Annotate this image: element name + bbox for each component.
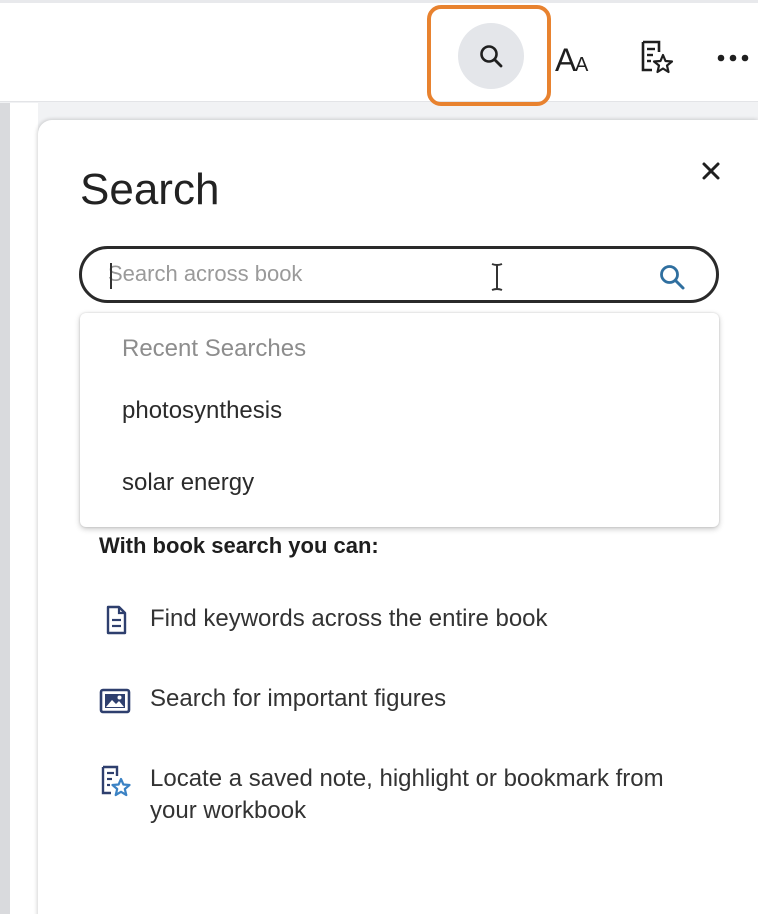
close-button[interactable] bbox=[694, 154, 728, 188]
recent-search-item[interactable]: solar energy bbox=[80, 453, 719, 513]
search-submit-button[interactable] bbox=[655, 260, 689, 294]
toolbar-more-button[interactable] bbox=[700, 25, 758, 91]
text-cursor bbox=[110, 263, 112, 289]
search-icon bbox=[480, 45, 503, 68]
search-panel: Search Recent Searches photosynthesis so… bbox=[38, 120, 758, 914]
document-icon bbox=[106, 605, 127, 635]
reader-toolbar: A A bbox=[0, 0, 758, 106]
feature-text: Search for important figures bbox=[150, 685, 447, 712]
toolbar-font-size-button[interactable]: A A bbox=[540, 25, 606, 91]
panel-title: Search bbox=[80, 165, 220, 214]
notes-star-icon bbox=[101, 765, 131, 797]
svg-text:A: A bbox=[555, 42, 577, 76]
feature-item-keywords: Find keywords across the entire book bbox=[97, 603, 710, 635]
notes-star-icon bbox=[641, 40, 674, 74]
svg-text:A: A bbox=[575, 54, 589, 76]
image-icon bbox=[99, 688, 131, 714]
recent-searches-dropdown: Recent Searches photosynthesis solar ene… bbox=[80, 313, 719, 527]
recent-search-item[interactable]: photosynthesis bbox=[80, 381, 719, 441]
toolbar-notes-button[interactable] bbox=[622, 25, 688, 91]
page-edge bbox=[0, 103, 10, 914]
font-size-icon: A A bbox=[555, 42, 589, 76]
toolbar-search-button[interactable] bbox=[458, 23, 524, 89]
feature-text: Locate a saved note, highlight or bookma… bbox=[150, 765, 664, 824]
search-box bbox=[79, 246, 719, 303]
search-input[interactable] bbox=[108, 259, 628, 289]
feature-text: Find keywords across the entire book bbox=[150, 605, 548, 632]
mouse-ibeam-cursor-icon bbox=[491, 263, 503, 291]
close-icon bbox=[702, 162, 720, 180]
feature-item-notes: Locate a saved note, highlight or bookma… bbox=[97, 763, 710, 827]
search-icon bbox=[660, 265, 685, 290]
page-gutter bbox=[10, 103, 38, 914]
feature-item-figures: Search for important figures bbox=[97, 683, 710, 715]
search-info-heading: With book search you can: bbox=[99, 533, 379, 558]
more-horizontal-icon bbox=[717, 54, 749, 62]
recent-searches-header: Recent Searches bbox=[122, 335, 307, 362]
search-button-highlight bbox=[458, 23, 524, 89]
